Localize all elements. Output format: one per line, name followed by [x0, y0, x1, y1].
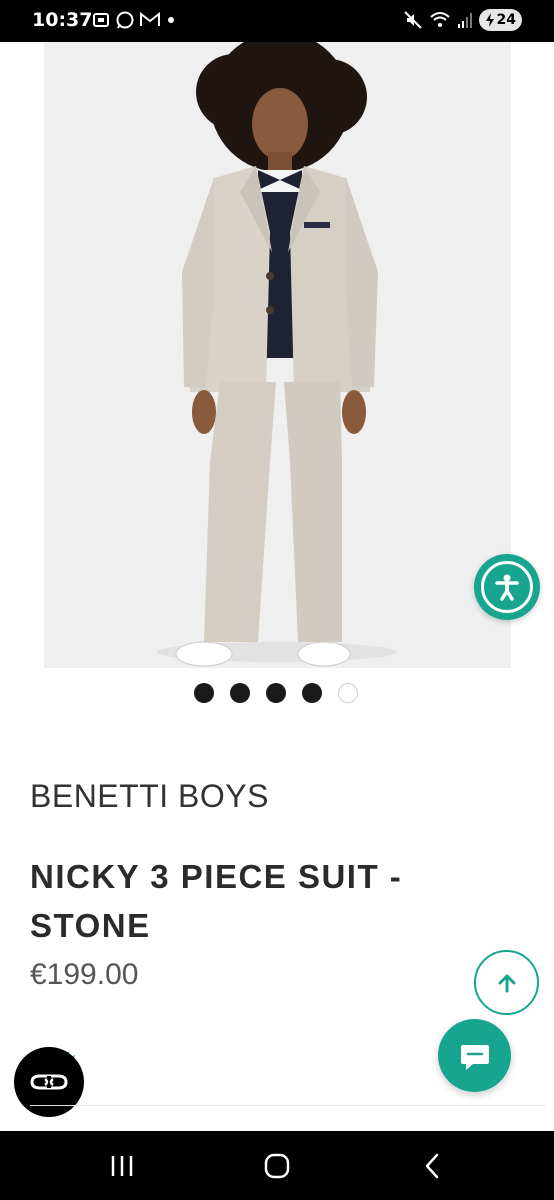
carousel-dots: [194, 683, 358, 703]
recent-apps-icon: [111, 1156, 133, 1176]
system-nav-bar: [0, 1131, 554, 1200]
chat-bubble-icon: [460, 1044, 489, 1070]
gmail-icon: [140, 11, 160, 26]
notification-dot-icon: [168, 17, 174, 23]
rewards-logo-button[interactable]: [14, 1047, 84, 1117]
product-title: NICKY 3 PIECE SUIT - STONE: [30, 858, 403, 944]
mute-icon: [403, 11, 422, 29]
status-time: 10:37: [32, 9, 93, 31]
wifi-icon: [429, 12, 450, 27]
battery-level: 24: [496, 12, 516, 28]
home-button[interactable]: [257, 1149, 297, 1183]
accessibility-icon-ring: [481, 561, 533, 613]
carousel-dot-5[interactable]: [338, 683, 358, 703]
product-image[interactable]: [44, 42, 511, 668]
whatsapp-icon: [116, 11, 134, 29]
scroll-to-top-button[interactable]: [474, 950, 539, 1015]
product-photo-illustration: [44, 42, 511, 668]
carousel-dot-4[interactable]: [302, 683, 322, 703]
battery-indicator: 24: [478, 9, 522, 31]
product-brand[interactable]: BENETTI BOYS: [30, 778, 269, 815]
recent-apps-button[interactable]: [102, 1149, 142, 1183]
carousel-dot-3[interactable]: [266, 683, 286, 703]
battery-icon: [485, 13, 494, 27]
status-bar: 10:37 24: [0, 0, 554, 42]
status-system-icons: 24: [403, 9, 522, 31]
back-icon: [425, 1153, 439, 1179]
carousel-dot-2[interactable]: [230, 683, 250, 703]
home-icon: [264, 1153, 290, 1179]
section-divider: [30, 1105, 545, 1106]
arrow-up-icon: [498, 974, 515, 992]
product-price: €199.00: [30, 958, 139, 991]
chat-button[interactable]: [438, 1019, 511, 1092]
accessibility-button[interactable]: [474, 554, 540, 620]
status-notification-icons: [91, 10, 177, 30]
signal-icon: [457, 13, 472, 28]
accessibility-icon: [495, 574, 519, 601]
back-button[interactable]: [412, 1149, 452, 1183]
infinity-logo-icon: [30, 1074, 68, 1090]
screenshot-icon: [93, 13, 109, 27]
carousel-dot-1[interactable]: [194, 683, 214, 703]
